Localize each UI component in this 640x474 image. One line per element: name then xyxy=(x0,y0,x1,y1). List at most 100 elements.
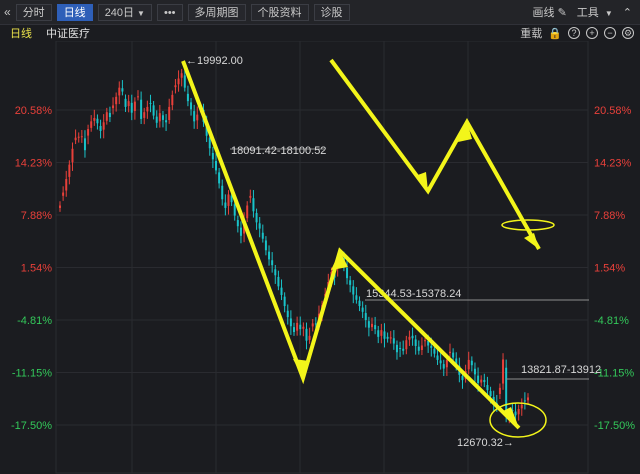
candle-body xyxy=(277,276,280,287)
candle-body xyxy=(473,368,476,375)
tools-label: 工具 xyxy=(576,7,599,19)
candle-body xyxy=(115,96,118,105)
multi-period-button[interactable]: 多周期图 xyxy=(187,3,246,21)
candle-body xyxy=(395,344,398,353)
candle-body xyxy=(346,267,349,279)
low-ellipse xyxy=(489,402,547,438)
candle-body xyxy=(102,122,105,130)
axis-tick-label: -17.50% xyxy=(594,420,635,432)
axis-tick-label: -4.81% xyxy=(17,315,52,327)
candle-body xyxy=(445,359,448,368)
candle-body xyxy=(174,85,177,88)
candle-body xyxy=(93,117,96,121)
candle-body xyxy=(414,339,417,346)
candle-body xyxy=(112,105,115,109)
question-icon[interactable]: ? xyxy=(568,27,580,39)
candle-body xyxy=(140,99,143,119)
candle-body xyxy=(68,164,71,177)
adjust-button[interactable]: 重载 xyxy=(520,25,542,41)
gap3-label: 13821.87-13912 xyxy=(521,364,601,376)
candle-body xyxy=(186,93,189,102)
settings-icon[interactable]: ⚙ xyxy=(622,27,634,39)
candle-body xyxy=(233,204,236,216)
candle-body xyxy=(271,260,274,266)
candle-body xyxy=(405,340,408,350)
candle-body xyxy=(158,113,161,122)
candle-body xyxy=(470,360,473,366)
zoom-out-icon[interactable]: − xyxy=(604,27,616,39)
candle-body xyxy=(177,78,180,85)
candle-body xyxy=(239,227,242,236)
candle-body xyxy=(461,376,464,381)
candle-body xyxy=(130,102,133,113)
user-drawings xyxy=(181,58,555,438)
candle-body xyxy=(305,328,308,341)
candle-body xyxy=(289,318,292,327)
candle-body xyxy=(218,172,221,184)
diagnose-button[interactable]: 诊股 xyxy=(313,3,350,21)
candle-body xyxy=(399,347,402,349)
candle-body xyxy=(224,202,227,208)
candle-body xyxy=(118,87,121,96)
candle-body xyxy=(361,307,364,312)
candle-body xyxy=(420,345,423,350)
candle-body xyxy=(374,325,377,330)
candle-body xyxy=(280,287,283,295)
collapse-up-icon[interactable]: ⌃ xyxy=(623,6,632,19)
axis-tick-label: 1.54% xyxy=(21,263,52,275)
period-select[interactable]: 240日 ▼ xyxy=(97,3,152,21)
arrow-path-right xyxy=(329,58,541,250)
candle-body xyxy=(517,408,520,415)
candle-body xyxy=(77,136,80,138)
candle-body xyxy=(352,286,355,295)
axis-tick-label: 20.58% xyxy=(594,105,632,117)
candle-body xyxy=(430,345,433,348)
index-name: 中证医疗 xyxy=(46,28,90,40)
collapse-icon[interactable]: « xyxy=(4,5,11,19)
tab-intraday[interactable]: 分时 xyxy=(15,3,52,21)
candle-body xyxy=(371,323,373,328)
candle-body xyxy=(498,387,501,394)
candle-body xyxy=(90,121,93,128)
candle-body xyxy=(486,385,489,391)
candle-body xyxy=(283,296,286,307)
candle-body xyxy=(483,380,486,383)
candle-body xyxy=(59,205,61,208)
period-label: 日线 xyxy=(10,28,32,40)
more-button[interactable]: ••• xyxy=(156,3,183,21)
axis-tick-label: 7.88% xyxy=(594,210,625,222)
candle-body xyxy=(71,148,74,163)
candle-body xyxy=(246,205,249,219)
candle-body xyxy=(105,112,108,121)
candle-body xyxy=(124,98,127,107)
lock-icon[interactable]: 🔒 xyxy=(548,27,562,40)
candle-body xyxy=(383,331,386,339)
period-value: 240日 xyxy=(104,6,135,19)
zoom-in-icon[interactable]: + xyxy=(586,27,598,39)
candle-body xyxy=(193,111,196,122)
candle-body xyxy=(358,300,361,307)
candlestick-chart[interactable]: 20.58% 14.23% 7.88% 1.54% -4.81% -11.15% -17.5… xyxy=(0,41,640,474)
candle-body xyxy=(377,330,380,337)
right-axis: 20.58%14.23%7.88%1.54%-4.81%-11.15%-17.5… xyxy=(594,105,635,432)
candle-body xyxy=(502,359,505,384)
candle-body xyxy=(364,313,367,320)
candle-body xyxy=(215,161,217,171)
tools-menu[interactable]: 工具 ▼ xyxy=(577,4,613,20)
low-label: 12670.32→ xyxy=(457,437,514,449)
candle-body xyxy=(417,346,420,351)
candle-body xyxy=(196,114,199,121)
candle-body xyxy=(311,323,314,327)
candle-body xyxy=(296,322,299,331)
candle-body xyxy=(480,379,483,383)
candle-body xyxy=(87,129,90,136)
draw-line-button[interactable]: 画线 ✎ xyxy=(533,4,567,20)
stock-info-button[interactable]: 个股资料 xyxy=(250,3,309,21)
candle-body xyxy=(286,310,289,318)
toolbar-right: 画线 ✎ 工具 ▼ ⌃ xyxy=(533,4,632,20)
tab-daily[interactable]: 日线 xyxy=(56,3,93,21)
candle-body xyxy=(268,251,271,260)
candle-body xyxy=(408,336,411,340)
candle-body xyxy=(299,324,302,330)
candle-body xyxy=(127,101,130,107)
